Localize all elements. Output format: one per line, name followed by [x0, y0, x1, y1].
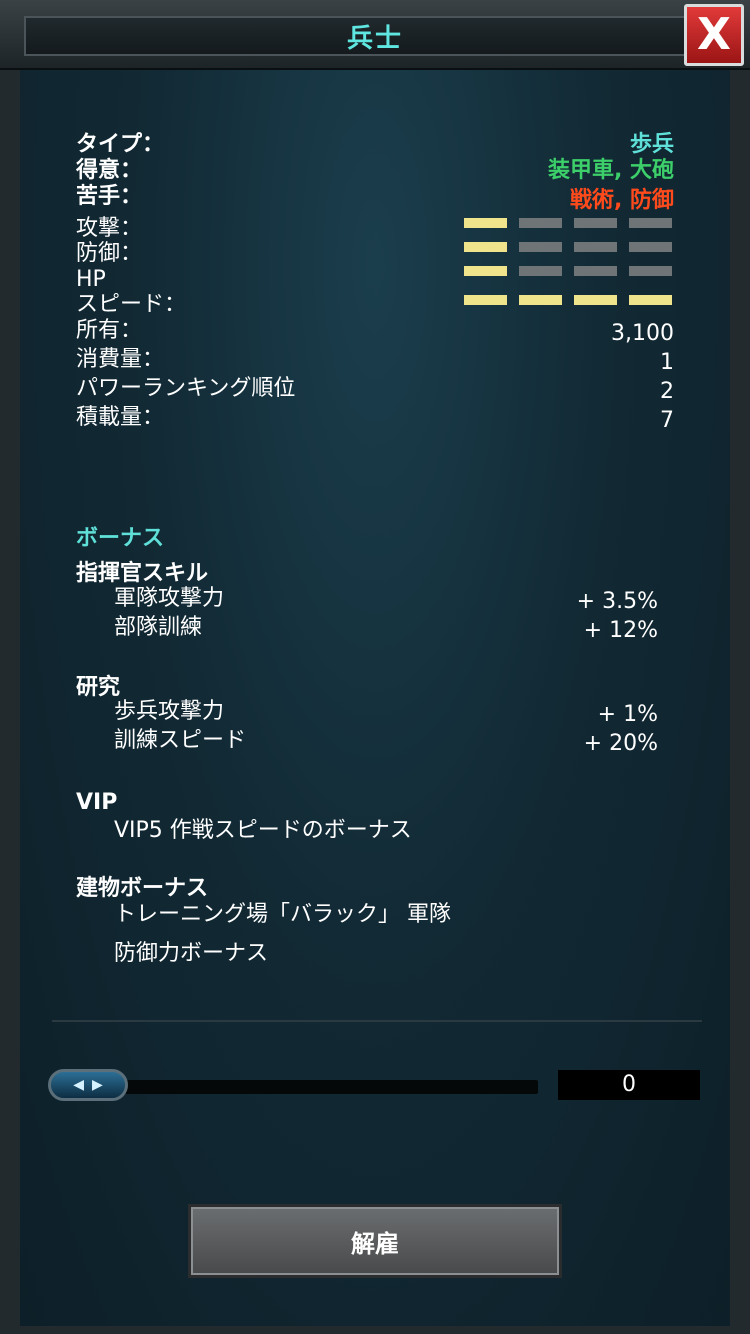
strong-label: 得意：	[76, 158, 143, 183]
commander-skill-heading: 指揮官スキル	[76, 561, 209, 586]
owned-value: 3,100	[611, 321, 674, 346]
load-value: 7	[660, 408, 674, 433]
stat-bar-segment	[574, 242, 617, 252]
weak-value: 戦術, 防御	[569, 188, 674, 213]
commander-item-value: + 3.5%	[576, 589, 658, 614]
upkeep-value: 1	[660, 350, 674, 375]
stat-bar-segment	[574, 266, 617, 276]
attack-label: 攻撃：	[76, 216, 143, 241]
owned-label: 所有：	[76, 318, 143, 343]
commander-item-label: 軍隊攻撃力	[114, 586, 225, 611]
attack-bars	[464, 218, 672, 228]
stat-bar-segment	[629, 218, 672, 228]
type-label: タイプ：	[76, 132, 165, 157]
stat-bar-segment	[464, 218, 507, 228]
power-rank-value: 2	[660, 379, 674, 404]
stat-bar-segment	[574, 295, 617, 305]
weak-label: 苦手：	[76, 184, 143, 209]
stat-bar-segment	[574, 218, 617, 228]
research-item-value: + 1%	[597, 702, 658, 727]
stat-bar-segment	[464, 266, 507, 276]
speed-bars	[464, 295, 672, 305]
defense-bars	[464, 242, 672, 252]
vip-heading: VIP	[76, 790, 118, 815]
defense-label: 防御：	[76, 241, 143, 266]
stat-bar-segment	[464, 295, 507, 305]
vip-text: VIP5 作戦スピードのボーナス	[114, 818, 412, 843]
speed-label: スピード：	[76, 292, 187, 317]
building-bonus-line: 防御力ボーナス	[114, 941, 269, 966]
bonus-heading: ボーナス	[76, 526, 165, 551]
divider	[52, 1020, 702, 1022]
quantity-slider-handle[interactable]: ◀ ▶	[48, 1069, 128, 1101]
stat-bar-segment	[629, 295, 672, 305]
research-item-value: + 20%	[583, 731, 658, 756]
stat-bar-segment	[464, 242, 507, 252]
load-label: 積載量：	[76, 405, 165, 430]
hp-bars	[464, 266, 672, 276]
close-button[interactable]: X	[684, 4, 744, 66]
stat-bar-segment	[519, 266, 562, 276]
stat-bar-segment	[629, 266, 672, 276]
research-item-label: 訓練スピード	[114, 728, 247, 753]
stat-bar-segment	[519, 218, 562, 228]
upkeep-label: 消費量：	[76, 347, 165, 372]
hp-label: HP	[76, 267, 106, 292]
dialog-title: 兵士	[346, 24, 403, 54]
stat-bar-segment	[519, 242, 562, 252]
building-bonus-heading: 建物ボーナス	[76, 876, 209, 901]
stat-bar-segment	[519, 295, 562, 305]
dismiss-button[interactable]: 解雇	[188, 1204, 562, 1278]
arrow-right-icon: ▶	[92, 1077, 103, 1093]
type-value: 歩兵	[629, 132, 674, 157]
quantity-input[interactable]: 0	[558, 1070, 700, 1100]
close-icon: X	[697, 9, 731, 60]
stat-bar-segment	[629, 242, 672, 252]
commander-item-value: + 12%	[583, 618, 658, 643]
research-item-label: 歩兵攻撃力	[114, 699, 225, 724]
strong-value: 装甲車, 大砲	[547, 158, 674, 183]
power-rank-label: パワーランキング順位	[76, 376, 296, 401]
building-bonus-line: トレーニング場「バラック」 軍隊	[114, 902, 451, 927]
arrow-left-icon: ◀	[73, 1077, 84, 1093]
research-heading: 研究	[76, 675, 121, 700]
commander-item-label: 部隊訓練	[114, 615, 203, 640]
